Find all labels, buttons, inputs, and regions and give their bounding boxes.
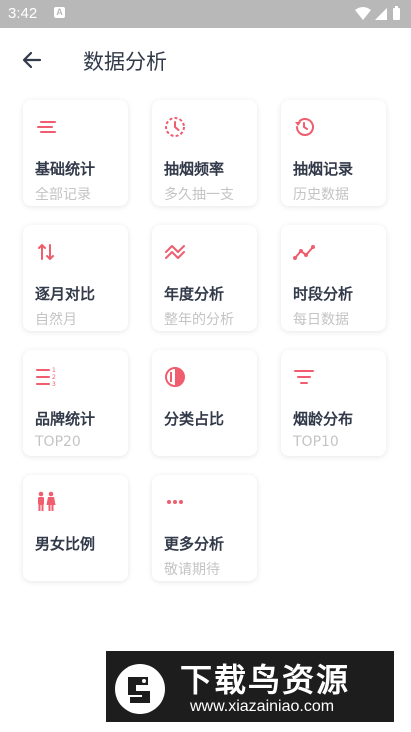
card-label: 抽烟频率 bbox=[164, 160, 225, 178]
back-arrow-icon[interactable] bbox=[20, 48, 44, 72]
card-label: 分类占比 bbox=[164, 410, 225, 428]
card-more-analysis[interactable]: 更多分析 敬请期待 bbox=[152, 475, 257, 581]
card-label: 时段分析 bbox=[293, 285, 354, 303]
card-category-share[interactable]: 分类占比 bbox=[152, 350, 257, 456]
card-subtitle: 每日数据 bbox=[293, 312, 349, 328]
card-subtitle: 整年的分析 bbox=[164, 312, 234, 328]
card-time-period-analysis[interactable]: 时段分析 每日数据 bbox=[281, 225, 386, 331]
card-annual-analysis[interactable]: 年度分析 整年的分析 bbox=[152, 225, 257, 331]
card-basic-stats[interactable]: 基础统计 全部记录 bbox=[23, 100, 128, 206]
signal-icon bbox=[375, 8, 387, 20]
watermark-title: 下载鸟资源 bbox=[180, 661, 351, 699]
card-subtitle: TOP10 bbox=[293, 434, 339, 450]
svg-text:3: 3 bbox=[52, 381, 56, 388]
lines-icon bbox=[37, 121, 56, 133]
watermark-url: www.xiazainiao.com bbox=[190, 698, 335, 715]
page-title: 数据分析 bbox=[83, 50, 167, 74]
card-label: 逐月对比 bbox=[35, 285, 96, 303]
filter-icon bbox=[294, 370, 314, 384]
status-time: 3:42 bbox=[8, 5, 38, 22]
double-chevron-icon bbox=[165, 245, 185, 259]
battery-icon bbox=[393, 8, 400, 20]
card-brand-stats[interactable]: 1 2 3 品牌统计 TOP20 bbox=[23, 350, 128, 456]
card-smoking-frequency[interactable]: 抽烟频率 多久抽一支 bbox=[152, 100, 257, 206]
card-label: 男女比例 bbox=[35, 535, 96, 553]
history-icon bbox=[295, 118, 314, 136]
status-bar: 3:42 A bbox=[0, 0, 411, 28]
card-label: 烟龄分布 bbox=[293, 410, 354, 428]
card-gender-ratio[interactable]: 男女比例 bbox=[23, 475, 128, 581]
card-smoking-records[interactable]: 抽烟记录 历史数据 bbox=[281, 100, 386, 206]
card-subtitle: TOP20 bbox=[35, 434, 81, 450]
app-notification-icon: A bbox=[54, 7, 65, 18]
app-bar: 数据分析 bbox=[0, 28, 411, 92]
wifi-icon bbox=[355, 7, 371, 20]
more-dots-icon bbox=[167, 500, 183, 504]
card-subtitle: 自然月 bbox=[35, 312, 77, 328]
watermark-banner: 下载鸟资源 www.xiazainiao.com bbox=[106, 651, 394, 722]
card-label: 基础统计 bbox=[35, 160, 96, 178]
people-icon bbox=[38, 491, 56, 511]
numbered-list-icon: 1 2 3 bbox=[36, 367, 56, 388]
card-label: 抽烟记录 bbox=[293, 160, 354, 178]
card-subtitle: 敬请期待 bbox=[164, 562, 220, 578]
card-monthly-comparison[interactable]: 逐月对比 自然月 bbox=[23, 225, 128, 331]
card-smoking-age-distribution[interactable]: 烟龄分布 TOP10 bbox=[281, 350, 386, 456]
swap-arrows-icon bbox=[38, 244, 54, 260]
contrast-circle-icon bbox=[165, 367, 185, 387]
svg-text:2: 2 bbox=[52, 374, 56, 381]
card-label: 品牌统计 bbox=[35, 410, 96, 428]
card-subtitle: 历史数据 bbox=[293, 187, 349, 203]
system-icons bbox=[355, 6, 400, 20]
card-label: 年度分析 bbox=[164, 285, 225, 303]
card-subtitle: 多久抽一支 bbox=[164, 187, 234, 203]
card-label: 更多分析 bbox=[164, 535, 225, 553]
svg-text:1: 1 bbox=[52, 367, 56, 374]
card-subtitle: 全部记录 bbox=[35, 187, 91, 203]
bird-logo-icon bbox=[115, 664, 165, 714]
trend-line-icon bbox=[293, 245, 315, 260]
clock-icon bbox=[165, 117, 185, 137]
